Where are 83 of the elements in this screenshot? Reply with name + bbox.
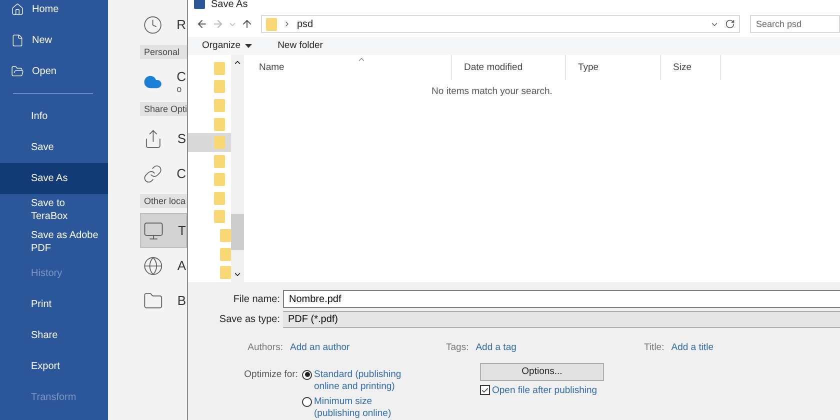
- location-item[interactable]: C o: [140, 64, 187, 99]
- field-label: Optimize for:: [243, 368, 299, 382]
- metadata-link[interactable]: Add an author: [290, 342, 350, 354]
- sidebar-item[interactable]: Export: [0, 351, 108, 382]
- sidebar-item[interactable]: New: [0, 25, 108, 56]
- file-name-field[interactable]: Nombre.pdf: [283, 290, 840, 308]
- checkbox[interactable]: [480, 385, 490, 396]
- folder-icon: [214, 154, 225, 168]
- folder-icon: [220, 248, 231, 261]
- sidebar-item[interactable]: Print: [0, 289, 108, 320]
- radio-label[interactable]: Standard (publishing online and printing): [314, 368, 412, 393]
- new-folder-button[interactable]: New folder: [278, 40, 323, 52]
- location-name: S: [177, 132, 186, 146]
- location-detail: o: [176, 84, 183, 94]
- sidebar-item[interactable]: Save: [0, 132, 108, 163]
- document-icon: [11, 34, 24, 47]
- address-bar[interactable]: psd: [261, 15, 740, 34]
- sidebar-item[interactable]: Save As: [0, 163, 108, 194]
- sidebar-item[interactable]: Open: [0, 56, 108, 87]
- tree-item[interactable]: [188, 133, 231, 152]
- location-item[interactable]: T: [140, 213, 187, 248]
- folder-icon: [214, 98, 225, 112]
- empty-message: No items match your search.: [430, 86, 554, 97]
- up-icon[interactable]: [241, 18, 253, 30]
- radio-button[interactable]: [302, 370, 312, 380]
- metadata-link[interactable]: Add a tag: [476, 342, 516, 354]
- organize-menu[interactable]: Organize: [202, 40, 252, 52]
- location-item[interactable]: C: [140, 156, 187, 191]
- metadata-link[interactable]: Add a title: [671, 342, 714, 354]
- search-field[interactable]: Search psd: [750, 15, 840, 34]
- location-name: B: [177, 294, 186, 308]
- path-text: psd: [297, 18, 314, 30]
- caret-icon: [244, 44, 252, 48]
- section-header: Share Opti: [140, 102, 187, 116]
- word-icon: [194, 0, 205, 10]
- home-icon: [11, 3, 24, 16]
- sidebar-item[interactable]: Save to TeraBox: [0, 194, 108, 226]
- sidebar-item[interactable]: Save as Adobe PDF: [0, 226, 108, 258]
- location-item[interactable]: A: [140, 248, 187, 283]
- scrollbar[interactable]: [231, 54, 244, 282]
- folder-icon: [214, 173, 225, 186]
- sidebar-item[interactable]: Info: [0, 101, 108, 132]
- column-header[interactable]: Type: [566, 54, 661, 80]
- folder-icon: [220, 266, 231, 280]
- column-header[interactable]: Date modified: [452, 54, 566, 80]
- location-name: T: [178, 224, 186, 238]
- chevron-right-icon: [283, 20, 291, 28]
- folder-icon: [214, 136, 225, 150]
- location-name: A: [177, 258, 186, 272]
- column-header[interactable]: Size: [661, 54, 721, 80]
- folder-icon: [11, 65, 24, 78]
- location-name: R: [176, 18, 186, 32]
- checkbox-label[interactable]: Open file after publishing: [492, 384, 598, 396]
- sidebar-item[interactable]: Home: [0, 0, 108, 25]
- refresh-icon[interactable]: [725, 19, 735, 30]
- location-item[interactable]: B: [140, 283, 187, 318]
- field-label: Title:: [644, 342, 664, 354]
- section-header: Personal: [140, 45, 187, 59]
- location-item[interactable]: S: [140, 121, 187, 156]
- section-header: Other loca: [140, 194, 187, 208]
- column-header[interactable]: Name: [247, 54, 452, 80]
- save-as-type-dropdown[interactable]: PDF (*.pdf): [283, 310, 840, 328]
- field-label: Save as type:: [218, 314, 281, 325]
- folder-icon: [214, 192, 225, 205]
- field-label: Tags:: [446, 342, 469, 354]
- window-title: Save As: [211, 0, 248, 12]
- radio-button[interactable]: [302, 396, 312, 407]
- folder-icon: [266, 18, 277, 31]
- radio-label[interactable]: Minimum size (publishing online): [314, 396, 412, 420]
- sidebar-item[interactable]: Share: [0, 320, 108, 351]
- folder-icon: [214, 62, 225, 75]
- back-icon[interactable]: [196, 18, 208, 30]
- field-label: File name:: [232, 294, 281, 305]
- scrollbar-thumb[interactable]: [231, 214, 244, 250]
- folder-icon: [214, 210, 225, 224]
- folder-icon: [220, 228, 231, 242]
- location-item[interactable]: R: [140, 7, 187, 42]
- location-name: C: [176, 70, 186, 84]
- field-label: Authors:: [246, 342, 283, 354]
- location-name: C: [176, 166, 186, 180]
- folder-icon: [214, 80, 225, 94]
- folder-icon: [214, 118, 225, 130]
- options-button[interactable]: Options...: [480, 362, 604, 381]
